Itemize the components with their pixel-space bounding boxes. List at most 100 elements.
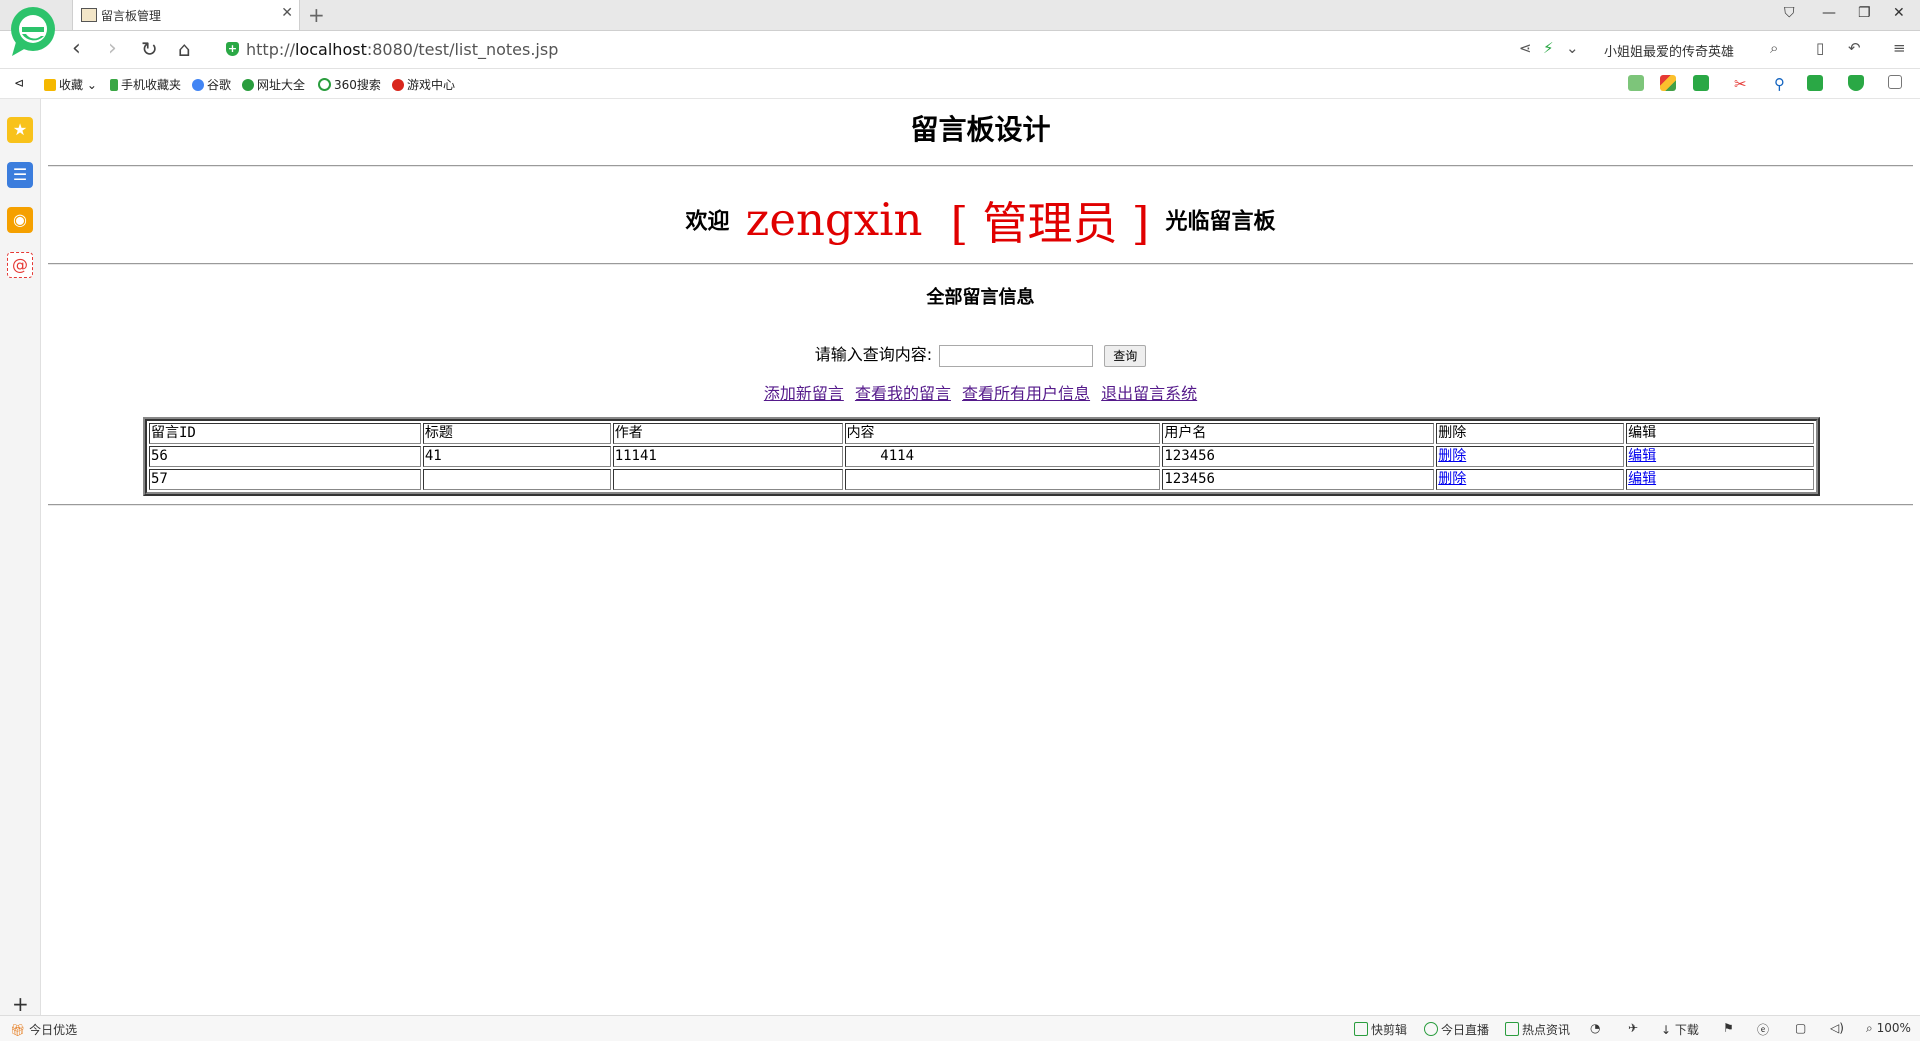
- search-button[interactable]: 查询: [1104, 344, 1147, 367]
- bookmark-game-center[interactable]: 游戏中心: [392, 76, 455, 93]
- tab-close-icon[interactable]: ✕: [281, 5, 293, 21]
- left-sidebar: ★ ☰ ◉ @ +: [0, 99, 41, 1016]
- status-quick-edit[interactable]: 快剪辑: [1354, 1021, 1407, 1038]
- cell-username: 123456: [1162, 469, 1435, 490]
- status-flag-icon[interactable]: ⚑: [1723, 1021, 1734, 1035]
- cell-title: 41: [422, 446, 611, 467]
- daily-picks[interactable]: 🎁︎ 今日优选: [10, 1021, 77, 1038]
- bookmark-mobile[interactable]: 手机收藏夹: [110, 76, 181, 93]
- skin-shirt-icon[interactable]: ⛉: [1784, 5, 1795, 21]
- divider: [48, 504, 1913, 506]
- status-download[interactable]: ↓ 下载: [1661, 1021, 1699, 1038]
- status-ie-icon[interactable]: ⓔ: [1757, 1021, 1769, 1038]
- apps-grid-icon[interactable]: [1888, 75, 1902, 89]
- game-extension-icon[interactable]: [1807, 75, 1823, 91]
- close-window-icon[interactable]: ✕: [1893, 5, 1905, 21]
- google-icon: [192, 79, 204, 91]
- gift-icon: 🎁︎: [10, 1023, 26, 1037]
- add-note-link[interactable]: 添加新留言: [764, 384, 844, 403]
- edit-link[interactable]: 编辑: [1628, 471, 1656, 487]
- sidebar-add-icon[interactable]: +: [12, 992, 29, 1016]
- role-display: [ 管理员 ]: [950, 197, 1150, 250]
- search-icon[interactable]: ⌕: [1770, 39, 1778, 57]
- cell-author: [612, 469, 843, 490]
- minimize-icon[interactable]: —: [1822, 5, 1836, 21]
- delete-link[interactable]: 删除: [1438, 471, 1466, 487]
- status-news[interactable]: 热点资讯: [1505, 1021, 1570, 1038]
- reading-mode-icon[interactable]: ▯: [1816, 39, 1824, 57]
- weibo-icon[interactable]: ◉: [7, 207, 33, 233]
- app-extension-icon[interactable]: [1660, 75, 1676, 91]
- status-live[interactable]: 今日直播: [1424, 1021, 1489, 1038]
- welcome-banner: 欢迎 zengxin [ 管理员 ] 光临留言板: [41, 187, 1920, 252]
- sidebar-toggle-icon[interactable]: ⊲: [14, 76, 24, 90]
- edit-link[interactable]: 编辑: [1628, 448, 1656, 464]
- cell-note-id: 56: [149, 446, 421, 467]
- cell-note-id: 57: [149, 469, 421, 490]
- chevron-down-icon[interactable]: ⌄: [1566, 39, 1579, 57]
- undo-icon[interactable]: ↶: [1848, 39, 1861, 57]
- status-zoom[interactable]: ⌕ 100%: [1866, 1021, 1911, 1036]
- welcome-suffix: 光临留言板: [1165, 208, 1276, 235]
- table-header-row: 留言ID 标题 作者 内容 用户名 删除 编辑: [149, 423, 1814, 444]
- browser-tab[interactable]: 留言板管理 ✕: [72, 0, 300, 30]
- status-speed-icon[interactable]: ◔: [1590, 1021, 1600, 1035]
- speed-lightning-icon[interactable]: ⚡: [1543, 39, 1554, 57]
- bookmark-google[interactable]: 谷歌: [192, 76, 231, 93]
- column-header: 留言ID: [149, 423, 421, 444]
- column-header: 作者: [612, 423, 843, 444]
- new-tab-plus-icon[interactable]: +: [308, 3, 325, 27]
- so360-icon: [318, 78, 331, 91]
- bookmark-hao360[interactable]: 网址大全: [242, 76, 305, 93]
- reader-list-icon[interactable]: ☰: [7, 162, 33, 188]
- star-icon: [44, 79, 56, 91]
- book-extension-icon[interactable]: [1628, 75, 1644, 91]
- page-content: 留言板设计 欢迎 zengxin [ 管理员 ] 光临留言板 全部留言信息 请输…: [41, 99, 1920, 1015]
- bookmarks-bar: ⊲ 收藏 ⌄ 手机收藏夹 谷歌 网址大全 360搜索 游戏中心 ✂ ⚲: [0, 69, 1920, 99]
- shield-extension-icon[interactable]: [1848, 75, 1864, 91]
- live-icon: [1424, 1022, 1438, 1036]
- divider: [48, 165, 1913, 167]
- search-label: 请输入查询内容:: [814, 345, 933, 364]
- bookmark-360-search[interactable]: 360搜索: [318, 76, 381, 93]
- home-icon[interactable]: ⌂: [178, 37, 191, 61]
- my-notes-link[interactable]: 查看我的留言: [855, 384, 951, 403]
- back-icon[interactable]: ‹: [72, 37, 81, 61]
- security-shield-icon[interactable]: +: [226, 42, 239, 56]
- news-icon: [1505, 1022, 1519, 1036]
- phone-icon: [110, 79, 118, 91]
- reload-icon[interactable]: ↻: [141, 37, 158, 61]
- url-field[interactable]: http://localhost:8080/test/list_notes.js…: [246, 40, 558, 59]
- delete-link[interactable]: 删除: [1438, 448, 1466, 464]
- logout-link[interactable]: 退出留言系统: [1101, 384, 1197, 403]
- cell-delete: 删除: [1436, 446, 1625, 467]
- username-display: zengxin: [745, 193, 923, 246]
- magnifier-extension-icon[interactable]: ⚲: [1774, 75, 1790, 93]
- status-pin-icon[interactable]: ✈: [1628, 1021, 1638, 1035]
- status-window-icon[interactable]: ▢: [1795, 1021, 1806, 1035]
- section-title: 全部留言信息: [926, 287, 1035, 308]
- hot-search-text[interactable]: 小姐姐最爱的传奇英雄: [1604, 41, 1734, 60]
- all-users-link[interactable]: 查看所有用户信息: [962, 384, 1090, 403]
- translate-extension-icon[interactable]: [1693, 75, 1709, 91]
- column-header: 用户名: [1162, 423, 1435, 444]
- scissors-icon[interactable]: ✂: [1734, 75, 1750, 93]
- mail-at-icon[interactable]: @: [7, 252, 33, 278]
- restore-icon[interactable]: ❐: [1858, 5, 1871, 21]
- action-links: 添加新留言 查看我的留言 查看所有用户信息 退出留言系统: [41, 380, 1920, 404]
- address-bar: ‹ › ↻ ⌂ + http://localhost:8080/test/lis…: [0, 31, 1920, 69]
- column-header: 标题: [422, 423, 611, 444]
- hao-icon: [242, 79, 254, 91]
- forward-icon[interactable]: ›: [108, 37, 117, 61]
- favorites-star-icon[interactable]: ★: [7, 117, 33, 143]
- column-header: 内容: [844, 423, 1161, 444]
- share-icon[interactable]: ⋖: [1519, 39, 1532, 57]
- search-input[interactable]: [939, 344, 1094, 367]
- status-sound-icon[interactable]: ◁): [1830, 1021, 1844, 1035]
- page-title: 留言板设计: [910, 113, 1051, 146]
- cell-title: [422, 469, 611, 490]
- menu-icon[interactable]: ≡: [1893, 39, 1906, 57]
- bookmark-favorites[interactable]: 收藏 ⌄: [44, 76, 97, 93]
- search-form: 请输入查询内容: 查询: [41, 341, 1920, 367]
- download-icon: ↓: [1661, 1023, 1672, 1037]
